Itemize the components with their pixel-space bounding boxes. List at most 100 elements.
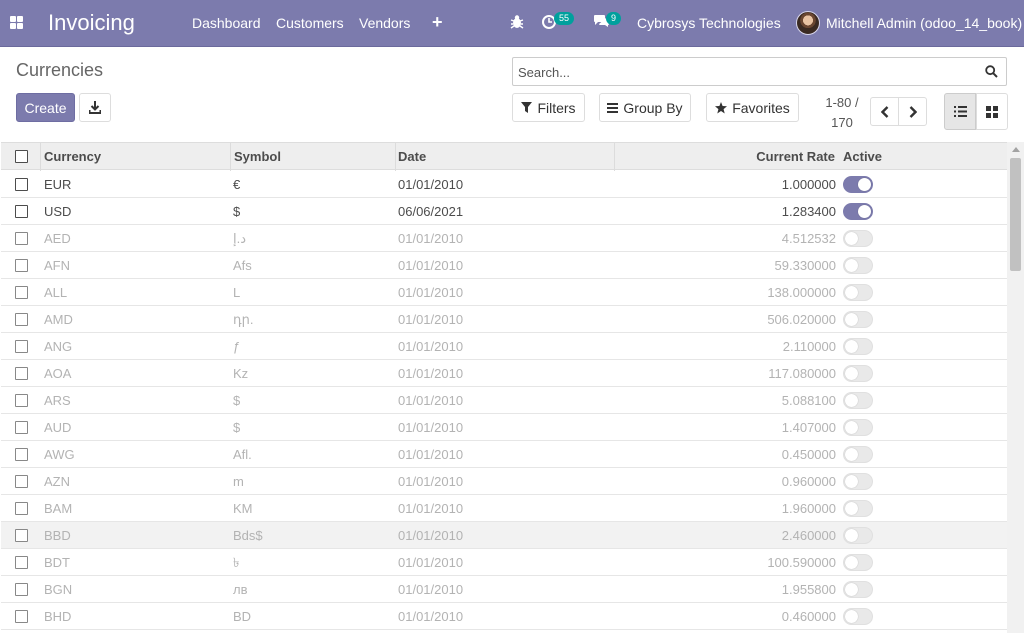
scroll-up-arrow-icon[interactable] [1012,147,1020,152]
column-active[interactable]: Active [843,143,882,171]
active-toggle[interactable] [843,257,873,274]
table-row[interactable]: ARS $01/01/2010 5.088100 [1,387,1007,414]
pager-value[interactable]: 1-80 / 170 [822,93,862,133]
row-checkbox[interactable] [15,421,28,434]
table-row[interactable]: AZN m 01/01/2010 0.960000 [1,468,1007,495]
row-checkbox[interactable] [15,367,28,380]
table-row[interactable]: BBD Bds$ 01/01/2010 2.460000 [1,522,1007,549]
table-row[interactable]: ANG ƒ 01/01/2010 2.110000 [1,333,1007,360]
list-scrollbar[interactable] [1007,142,1024,633]
active-toggle[interactable] [843,554,873,571]
table-row[interactable]: AMD դր. 01/01/2010 506.020000 [1,306,1007,333]
column-currency[interactable]: Currency [44,143,101,171]
table-row[interactable]: AED د.إ 01/01/2010 4.512532 [1,225,1007,252]
cell-current-rate: 1.283400 [781,204,836,219]
select-all-checkbox[interactable] [15,150,28,163]
column-current-rate[interactable]: Current Rate [615,143,835,171]
row-checkbox[interactable] [15,556,28,569]
row-checkbox[interactable] [15,475,28,488]
cell-currency: ARS [44,393,71,408]
menu-dashboard[interactable]: Dashboard [192,15,261,31]
row-checkbox[interactable] [15,205,28,218]
row-checkbox[interactable] [15,448,28,461]
row-checkbox[interactable] [15,232,28,245]
active-toggle[interactable] [843,473,873,490]
table-row[interactable]: USD $06/06/2021 1.283400 [1,198,1007,225]
row-checkbox[interactable] [15,502,28,515]
row-checkbox[interactable] [15,259,28,272]
app-name[interactable]: Invoicing [48,10,135,36]
active-toggle[interactable] [843,608,873,625]
table-row[interactable]: AWG Afl. 01/01/2010 0.450000 [1,441,1007,468]
active-toggle[interactable] [843,365,873,382]
group-by-button[interactable]: Group By [599,93,691,122]
message-count-badge: 9 [606,12,622,25]
table-row[interactable]: ALL L 01/01/2010 138.000000 [1,279,1007,306]
page-title: Currencies [16,60,104,80]
table-row[interactable]: BAM KM 01/01/2010 1.960000 [1,495,1007,522]
cell-date: 01/01/2010 [398,501,464,516]
cell-symbol: BD [233,609,252,624]
apps-menu-icon[interactable] [10,16,24,30]
menu-customers[interactable]: Customers [276,15,344,31]
active-toggle[interactable] [843,446,873,463]
cell-date: 01/01/2010 [398,528,464,543]
active-toggle[interactable] [843,176,873,193]
active-toggle[interactable] [843,284,873,301]
cell-current-rate: 5.088100 [781,393,836,408]
table-row[interactable]: AUD $01/01/2010 1.407000 [1,414,1007,441]
scroll-thumb[interactable] [1010,158,1021,271]
cell-symbol: $ [233,204,241,219]
row-checkbox[interactable] [15,529,28,542]
row-checkbox[interactable] [15,394,28,407]
cell-date: 01/01/2010 [398,177,464,192]
active-toggle[interactable] [843,392,873,409]
cell-date: 01/01/2010 [398,366,464,381]
column-symbol[interactable]: Symbol [234,143,281,171]
active-toggle[interactable] [843,338,873,355]
debug-bug-icon[interactable] [510,14,524,30]
row-checkbox[interactable] [15,178,28,191]
row-checkbox[interactable] [15,340,28,353]
kanban-view-button[interactable] [976,93,1008,130]
column-date[interactable]: Date [398,143,426,171]
export-button[interactable] [79,93,111,122]
table-row[interactable]: EUR €01/01/2010 1.000000 [1,171,1007,198]
favorites-button[interactable]: Favorites [706,93,799,122]
search-input[interactable] [518,63,978,81]
row-checkbox[interactable] [15,286,28,299]
filters-button[interactable]: Filters [512,93,585,122]
cell-symbol: Kz [233,366,249,381]
table-row[interactable]: AFN Afs 01/01/2010 59.330000 [1,252,1007,279]
create-button[interactable]: Create [16,93,75,122]
active-toggle[interactable] [843,500,873,517]
row-checkbox[interactable] [15,583,28,596]
row-checkbox[interactable] [15,313,28,326]
pager-previous-button[interactable] [870,97,899,126]
list-view-button[interactable] [944,93,976,130]
add-menu-icon[interactable]: + [432,12,443,33]
row-checkbox[interactable] [15,610,28,623]
active-toggle[interactable] [843,581,873,598]
cell-symbol: лв [233,582,248,597]
table-row[interactable]: AOA Kz 01/01/2010 117.080000 [1,360,1007,387]
cell-date: 01/01/2010 [398,231,464,246]
cell-currency: AFN [44,258,70,273]
active-toggle[interactable] [843,311,873,328]
cell-current-rate: 117.080000 [768,366,836,381]
company-switcher[interactable]: Cybrosys Technologies [637,15,781,31]
user-avatar[interactable] [796,11,820,35]
active-toggle[interactable] [843,527,873,544]
table-row[interactable]: BHD BD 01/01/2010 0.460000 [1,603,1007,630]
menu-vendors[interactable]: Vendors [359,15,410,31]
table-row[interactable]: BGN лв 01/01/2010 1.955800 [1,576,1007,603]
cell-date: 01/01/2010 [398,285,464,300]
user-menu[interactable]: Mitchell Admin (odoo_14_book) [826,15,1022,31]
cell-current-rate: 59.330000 [774,258,836,273]
pager-next-button[interactable] [898,97,927,126]
active-toggle[interactable] [843,203,873,220]
table-row[interactable]: BDT ৳ 01/01/2010 100.590000 [1,549,1007,576]
active-toggle[interactable] [843,230,873,247]
search-icon[interactable] [985,65,998,78]
active-toggle[interactable] [843,419,873,436]
